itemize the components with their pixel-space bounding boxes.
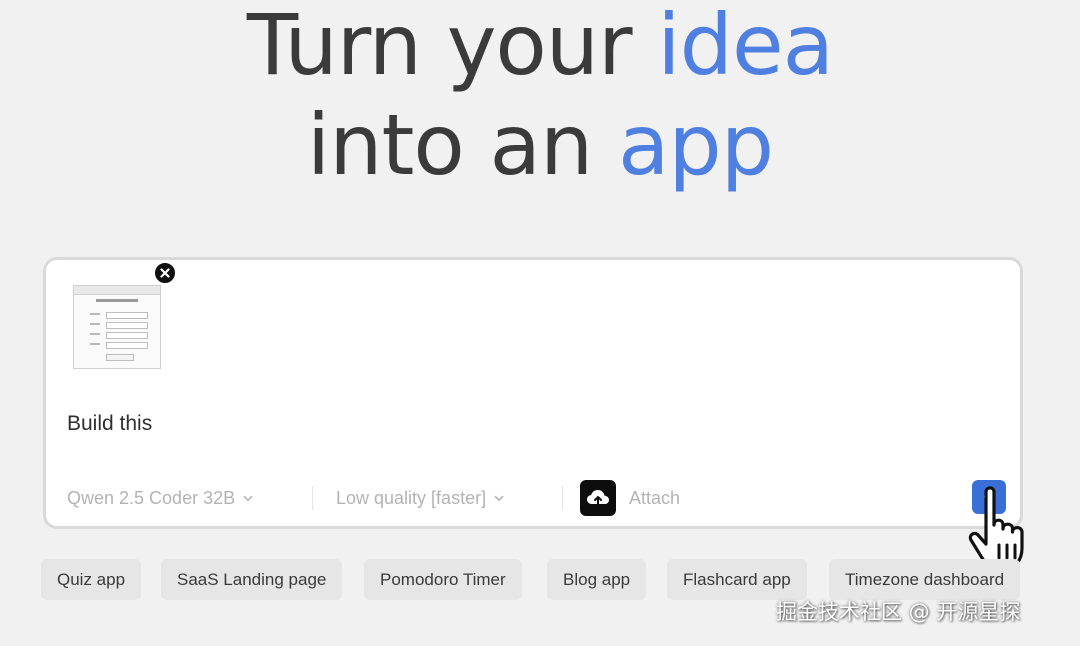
prompt-toolbar: Qwen 2.5 Coder 32B Low quality [faster] … — [67, 478, 1007, 518]
attachment-thumbnail[interactable] — [73, 285, 161, 369]
thumbnail-form-row — [90, 322, 148, 329]
suggestion-chip-saas-landing-page[interactable]: SaaS Landing page — [161, 559, 343, 600]
suggestion-chip-timezone-dashboard[interactable]: Timezone dashboard — [829, 559, 1021, 600]
hero-line-2-text: into an — [306, 96, 618, 194]
suggestion-chip-blog-app[interactable]: Blog app — [547, 559, 647, 600]
model-select[interactable]: Qwen 2.5 Coder 32B — [67, 478, 253, 518]
hero-line-2-accent: app — [617, 96, 774, 194]
quality-select-value: Low quality [faster] — [336, 487, 487, 508]
close-icon — [160, 268, 170, 278]
thumbnail-heading — [96, 299, 138, 302]
watermark: 掘金技术社区 @ 开源星探 — [776, 600, 1021, 624]
thumbnail-form-row — [90, 332, 148, 339]
hero-line-2: into an app — [0, 94, 1080, 196]
hero-line-1-text: Turn your — [246, 0, 658, 94]
thumbnail-form-row — [90, 342, 148, 349]
cloud-upload-icon — [580, 480, 616, 516]
attach-label: Attach — [629, 487, 681, 508]
hero-line-1-accent: idea — [657, 0, 834, 94]
suggestion-chip-pomodoro-timer[interactable]: Pomodoro Timer — [364, 559, 522, 600]
toolbar-divider — [562, 486, 563, 510]
toolbar-divider — [312, 486, 313, 510]
chevron-down-icon — [243, 495, 253, 502]
chevron-down-icon — [494, 495, 504, 502]
thumbnail-button — [106, 354, 134, 361]
hero-line-1: Turn your idea — [0, 0, 1080, 96]
model-select-value: Qwen 2.5 Coder 32B — [67, 487, 236, 508]
attach-button[interactable]: Attach — [580, 478, 680, 518]
suggestion-chip-quiz-app[interactable]: Quiz app — [41, 559, 142, 600]
prompt-input[interactable]: Build this — [67, 412, 152, 436]
remove-attachment-button[interactable] — [153, 261, 177, 285]
quality-select[interactable]: Low quality [faster] — [336, 478, 504, 518]
thumbnail-form-row — [90, 312, 148, 319]
suggestion-chip-flashcard-app[interactable]: Flashcard app — [667, 559, 807, 600]
prompt-card: Build this Qwen 2.5 Coder 32B Low qualit… — [43, 257, 1023, 529]
thumbnail-titlebar — [74, 286, 160, 295]
